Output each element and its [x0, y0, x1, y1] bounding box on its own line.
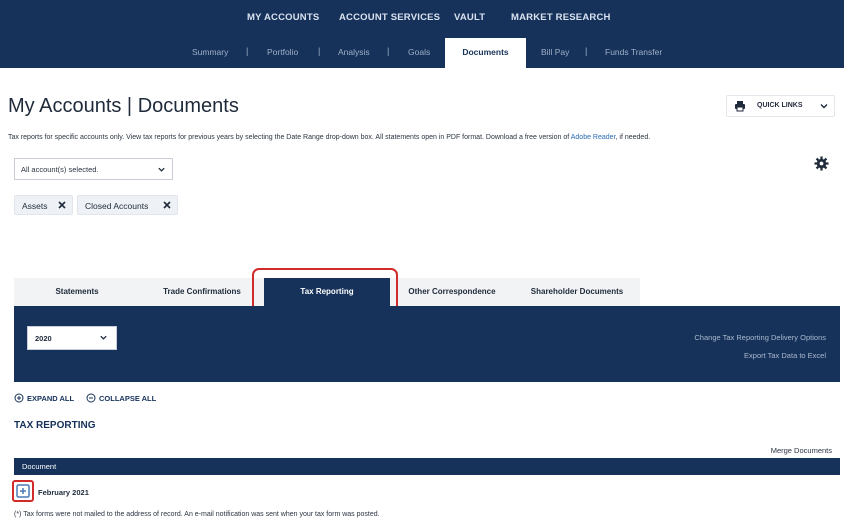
plus-circle-icon	[14, 393, 24, 403]
subnav-analysis[interactable]: Analysis	[338, 47, 370, 57]
nav-account-services[interactable]: ACCOUNT SERVICES	[339, 12, 440, 23]
subnav-documents[interactable]: Documents	[445, 47, 526, 57]
merge-documents-link[interactable]: Merge Documents	[771, 446, 832, 455]
subnav-funds-transfer[interactable]: Funds Transfer	[605, 47, 662, 57]
chevron-down-icon	[158, 167, 165, 172]
subnav-portfolio[interactable]: Portfolio	[267, 47, 298, 57]
change-delivery-options-link[interactable]: Change Tax Reporting Delivery Options	[694, 333, 826, 342]
table-row: February 2021	[12, 480, 840, 504]
subnav-separator: |	[318, 46, 321, 56]
nav-my-accounts[interactable]: MY ACCOUNTS	[247, 12, 319, 23]
column-document: Document	[22, 462, 57, 471]
expand-all-label: EXPAND ALL	[27, 394, 75, 403]
subnav-goals[interactable]: Goals	[408, 47, 430, 57]
tab-statements[interactable]: Statements	[14, 278, 140, 306]
collapse-all-button[interactable]: COLLAPSE ALL	[86, 393, 158, 405]
expand-all-button[interactable]: EXPAND ALL	[14, 393, 78, 405]
subnav-bill-pay[interactable]: Bill Pay	[541, 47, 569, 57]
tax-reporting-panel: 2020 Change Tax Reporting Delivery Optio…	[14, 306, 840, 382]
intro-text-main: Tax reports for specific accounts only. …	[8, 134, 571, 141]
primary-nav: MY ACCOUNTS ACCOUNT SERVICES VAULT MARKE…	[0, 12, 844, 26]
export-tax-data-link[interactable]: Export Tax Data to Excel	[744, 351, 826, 360]
intro-text-suffix: , if needed.	[615, 134, 651, 141]
plus-square-icon[interactable]	[16, 484, 30, 498]
account-select-value: All account(s) selected.	[21, 165, 99, 174]
chevron-down-icon	[100, 335, 107, 340]
year-select-value: 2020	[35, 334, 52, 343]
nav-vault[interactable]: VAULT	[454, 12, 485, 23]
tab-other-correspondence[interactable]: Other Correspondence	[390, 278, 514, 306]
print-icon	[735, 101, 745, 112]
filter-chip-assets: Assets	[14, 195, 73, 215]
tab-shareholder-documents[interactable]: Shareholder Documents	[514, 278, 640, 306]
subnav-separator: |	[585, 46, 588, 56]
adobe-reader-link[interactable]: Adobe Reader	[571, 134, 616, 141]
chevron-down-icon	[820, 104, 828, 109]
minus-circle-icon	[86, 393, 96, 403]
section-title: TAX REPORTING	[14, 420, 96, 431]
tab-trade-confirmations[interactable]: Trade Confirmations	[140, 278, 264, 306]
page-title: My Accounts | Documents	[8, 95, 239, 117]
close-icon[interactable]	[57, 200, 67, 210]
footnote: (*) Tax forms were not mailed to the add…	[14, 511, 380, 518]
nav-market-research[interactable]: MARKET RESEARCH	[511, 12, 611, 23]
close-icon[interactable]	[162, 200, 172, 210]
top-navigation-bar: MY ACCOUNTS ACCOUNT SERVICES VAULT MARKE…	[0, 0, 844, 68]
intro-text: Tax reports for specific accounts only. …	[8, 134, 650, 141]
year-select[interactable]: 2020	[27, 326, 117, 350]
table-header: Document	[14, 458, 840, 475]
quick-links-label: QUICK LINKS	[757, 102, 803, 109]
subnav-separator: |	[387, 46, 390, 56]
account-select[interactable]: All account(s) selected.	[14, 158, 173, 180]
subnav-separator: |	[246, 46, 249, 56]
row-label: February 2021	[38, 488, 89, 497]
subnav-summary[interactable]: Summary	[192, 47, 228, 57]
gear-icon[interactable]	[814, 156, 829, 171]
filter-chip-label: Closed Accounts	[85, 201, 149, 211]
quick-links-button[interactable]: QUICK LINKS	[726, 95, 835, 117]
filter-chip-label: Assets	[22, 201, 48, 211]
collapse-all-label: COLLAPSE ALL	[99, 394, 157, 403]
filter-chip-closed-accounts: Closed Accounts	[77, 195, 178, 215]
